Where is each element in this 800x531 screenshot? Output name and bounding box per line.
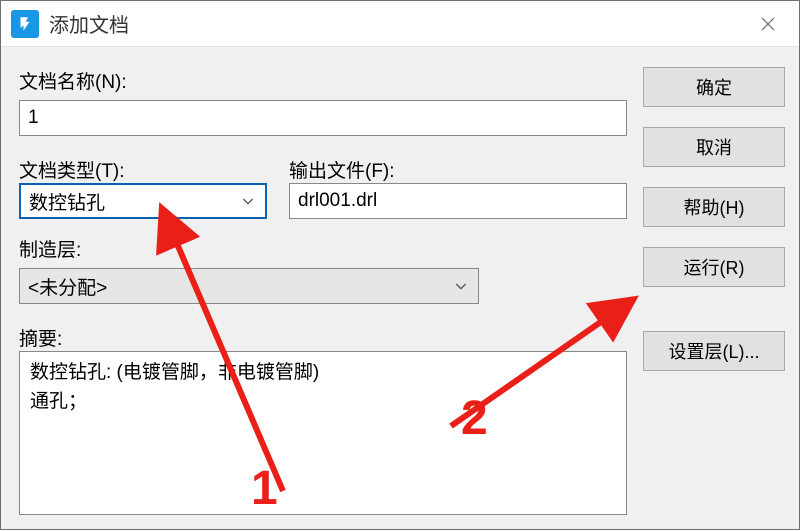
titlebar: 添加文档 — [1, 1, 799, 47]
doc-type-label: 文档类型(T): — [19, 156, 267, 183]
doc-type-combobox[interactable]: 数控钻孔 — [19, 183, 267, 219]
set-layer-button[interactable]: 设置层(L)... — [643, 331, 785, 371]
button-column: 确定 取消 帮助(H) 运行(R) 设置层(L)... — [643, 61, 785, 515]
app-icon — [11, 10, 39, 38]
chevron-down-icon — [450, 275, 472, 297]
mfg-layer-combobox[interactable]: <未分配> — [19, 268, 479, 304]
window-title: 添加文档 — [49, 9, 743, 38]
dialog-window: 添加文档 文档名称(N): 文档类型(T): 数控钻孔 — [0, 0, 800, 530]
cancel-button[interactable]: 取消 — [643, 127, 785, 167]
form-column: 文档名称(N): 文档类型(T): 数控钻孔 输出文件(F): — [19, 61, 627, 515]
help-button[interactable]: 帮助(H) — [643, 187, 785, 227]
ok-button[interactable]: 确定 — [643, 67, 785, 107]
summary-label: 摘要: — [19, 324, 627, 351]
summary-textarea[interactable]: 数控钻孔: (电镀管脚，非电镀管脚) 通孔； — [19, 351, 627, 515]
mfg-layer-value: <未分配> — [28, 273, 107, 300]
mfg-layer-label: 制造层: — [19, 235, 627, 262]
doc-type-value: 数控钻孔 — [29, 188, 105, 215]
doc-name-input[interactable] — [19, 100, 627, 136]
run-button[interactable]: 运行(R) — [643, 247, 785, 287]
close-icon — [759, 15, 777, 33]
output-file-label: 输出文件(F): — [289, 156, 627, 183]
output-file-input[interactable] — [289, 183, 627, 219]
chevron-down-icon — [237, 190, 259, 212]
close-button[interactable] — [743, 1, 793, 47]
client-area: 文档名称(N): 文档类型(T): 数控钻孔 输出文件(F): — [1, 47, 799, 529]
doc-name-label: 文档名称(N): — [19, 67, 627, 94]
